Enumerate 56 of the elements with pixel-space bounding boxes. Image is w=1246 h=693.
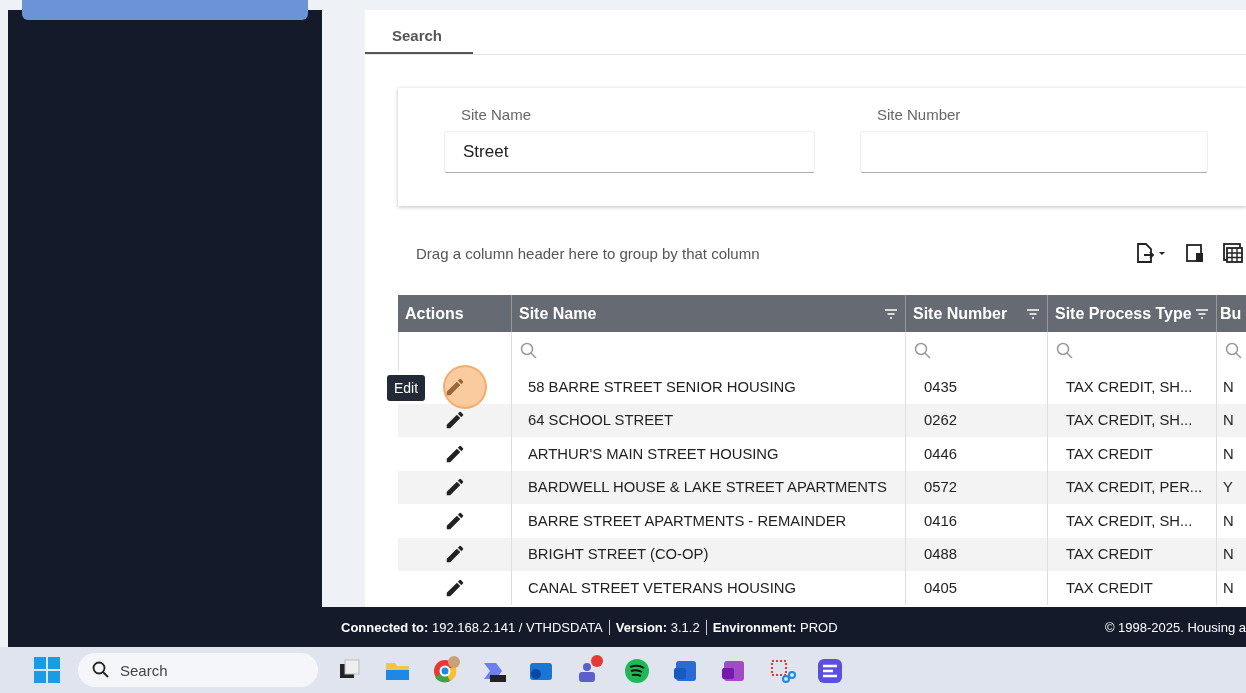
table-cell: TAX CREDIT, SH... (1047, 403, 1216, 437)
tooltip: Edit (387, 375, 426, 401)
table-cell: N (1216, 571, 1246, 605)
column-header[interactable]: Site Process Type (1047, 295, 1216, 332)
table-cell: CANAL STREET VETERANS HOUSING (511, 571, 905, 605)
status-item: Environment: PROD (705, 619, 844, 635)
table-cell: TAX CREDIT (1047, 571, 1216, 605)
table-cell: TAX CREDIT, SH... (1047, 370, 1216, 404)
table-cell: BRIGHT STREET (CO-OP) (511, 537, 905, 571)
export-icon[interactable] (1134, 242, 1168, 264)
search-icon[interactable] (1225, 342, 1243, 360)
table-cell: 0488 (905, 537, 1047, 571)
column-header[interactable]: Site Name (511, 295, 905, 332)
input-field[interactable]: Street (444, 131, 815, 173)
table-cell: N (1216, 370, 1246, 404)
search-icon (92, 661, 110, 679)
copyright-text: © 1998-2025. Housing a (1104, 619, 1246, 635)
table-cell: N (1216, 403, 1246, 437)
table-cell: TAX CREDIT (1047, 437, 1216, 471)
table-cell: BARDWELL HOUSE & LAKE STREET APARTMENTS (511, 470, 905, 504)
search-tab[interactable]: Search (365, 10, 473, 54)
filter-icon[interactable] (1026, 307, 1040, 320)
input-field[interactable] (860, 131, 1208, 173)
column-header[interactable]: Site Number (905, 295, 1047, 332)
table-cell: N (1216, 504, 1246, 538)
group-hint: Drag a column header here to group by that column (416, 244, 761, 262)
table-cell: 0572 (905, 470, 1047, 504)
column-header[interactable]: Bu (1216, 295, 1246, 332)
field-label: Site Name (460, 106, 533, 123)
table-cell: 0262 (905, 403, 1047, 437)
table-cell: ARTHUR'S MAIN STREET HOUSING (511, 437, 905, 471)
search-icon[interactable] (520, 342, 538, 360)
table-cell: TAX CREDIT, PER... (1047, 470, 1216, 504)
table-cell: Y (1216, 470, 1246, 504)
table-cell: 58 BARRE STREET SENIOR HOUSING (511, 370, 905, 404)
table-cell: 0435 (905, 370, 1047, 404)
click-highlight (443, 365, 487, 409)
table-cell: TAX CREDIT, SH... (1047, 504, 1216, 538)
calculator-icon[interactable] (1222, 242, 1244, 264)
table-cell: 0416 (905, 504, 1047, 538)
status-item: Connected to: 192.168.2.141 / VTHDSDATA (341, 619, 604, 635)
field-label: Site Number (876, 106, 962, 123)
taskbar-search[interactable]: Search (78, 653, 318, 687)
table-cell: 0405 (905, 571, 1047, 605)
table-cell: BARRE STREET APARTMENTS - REMAINDER (511, 504, 905, 538)
filter-icon[interactable] (1195, 307, 1209, 320)
search-icon[interactable] (1056, 342, 1074, 360)
table-cell: 64 SCHOOL STREET (511, 403, 905, 437)
table-cell: N (1216, 437, 1246, 471)
table-cell: N (1216, 537, 1246, 571)
column-header[interactable]: Actions (398, 295, 511, 332)
table-cell: TAX CREDIT (1047, 537, 1216, 571)
table-cell: 0446 (905, 437, 1047, 471)
search-icon[interactable] (914, 342, 932, 360)
status-item: Version: 3.1.2 (608, 619, 706, 635)
filter-icon[interactable] (884, 307, 898, 320)
